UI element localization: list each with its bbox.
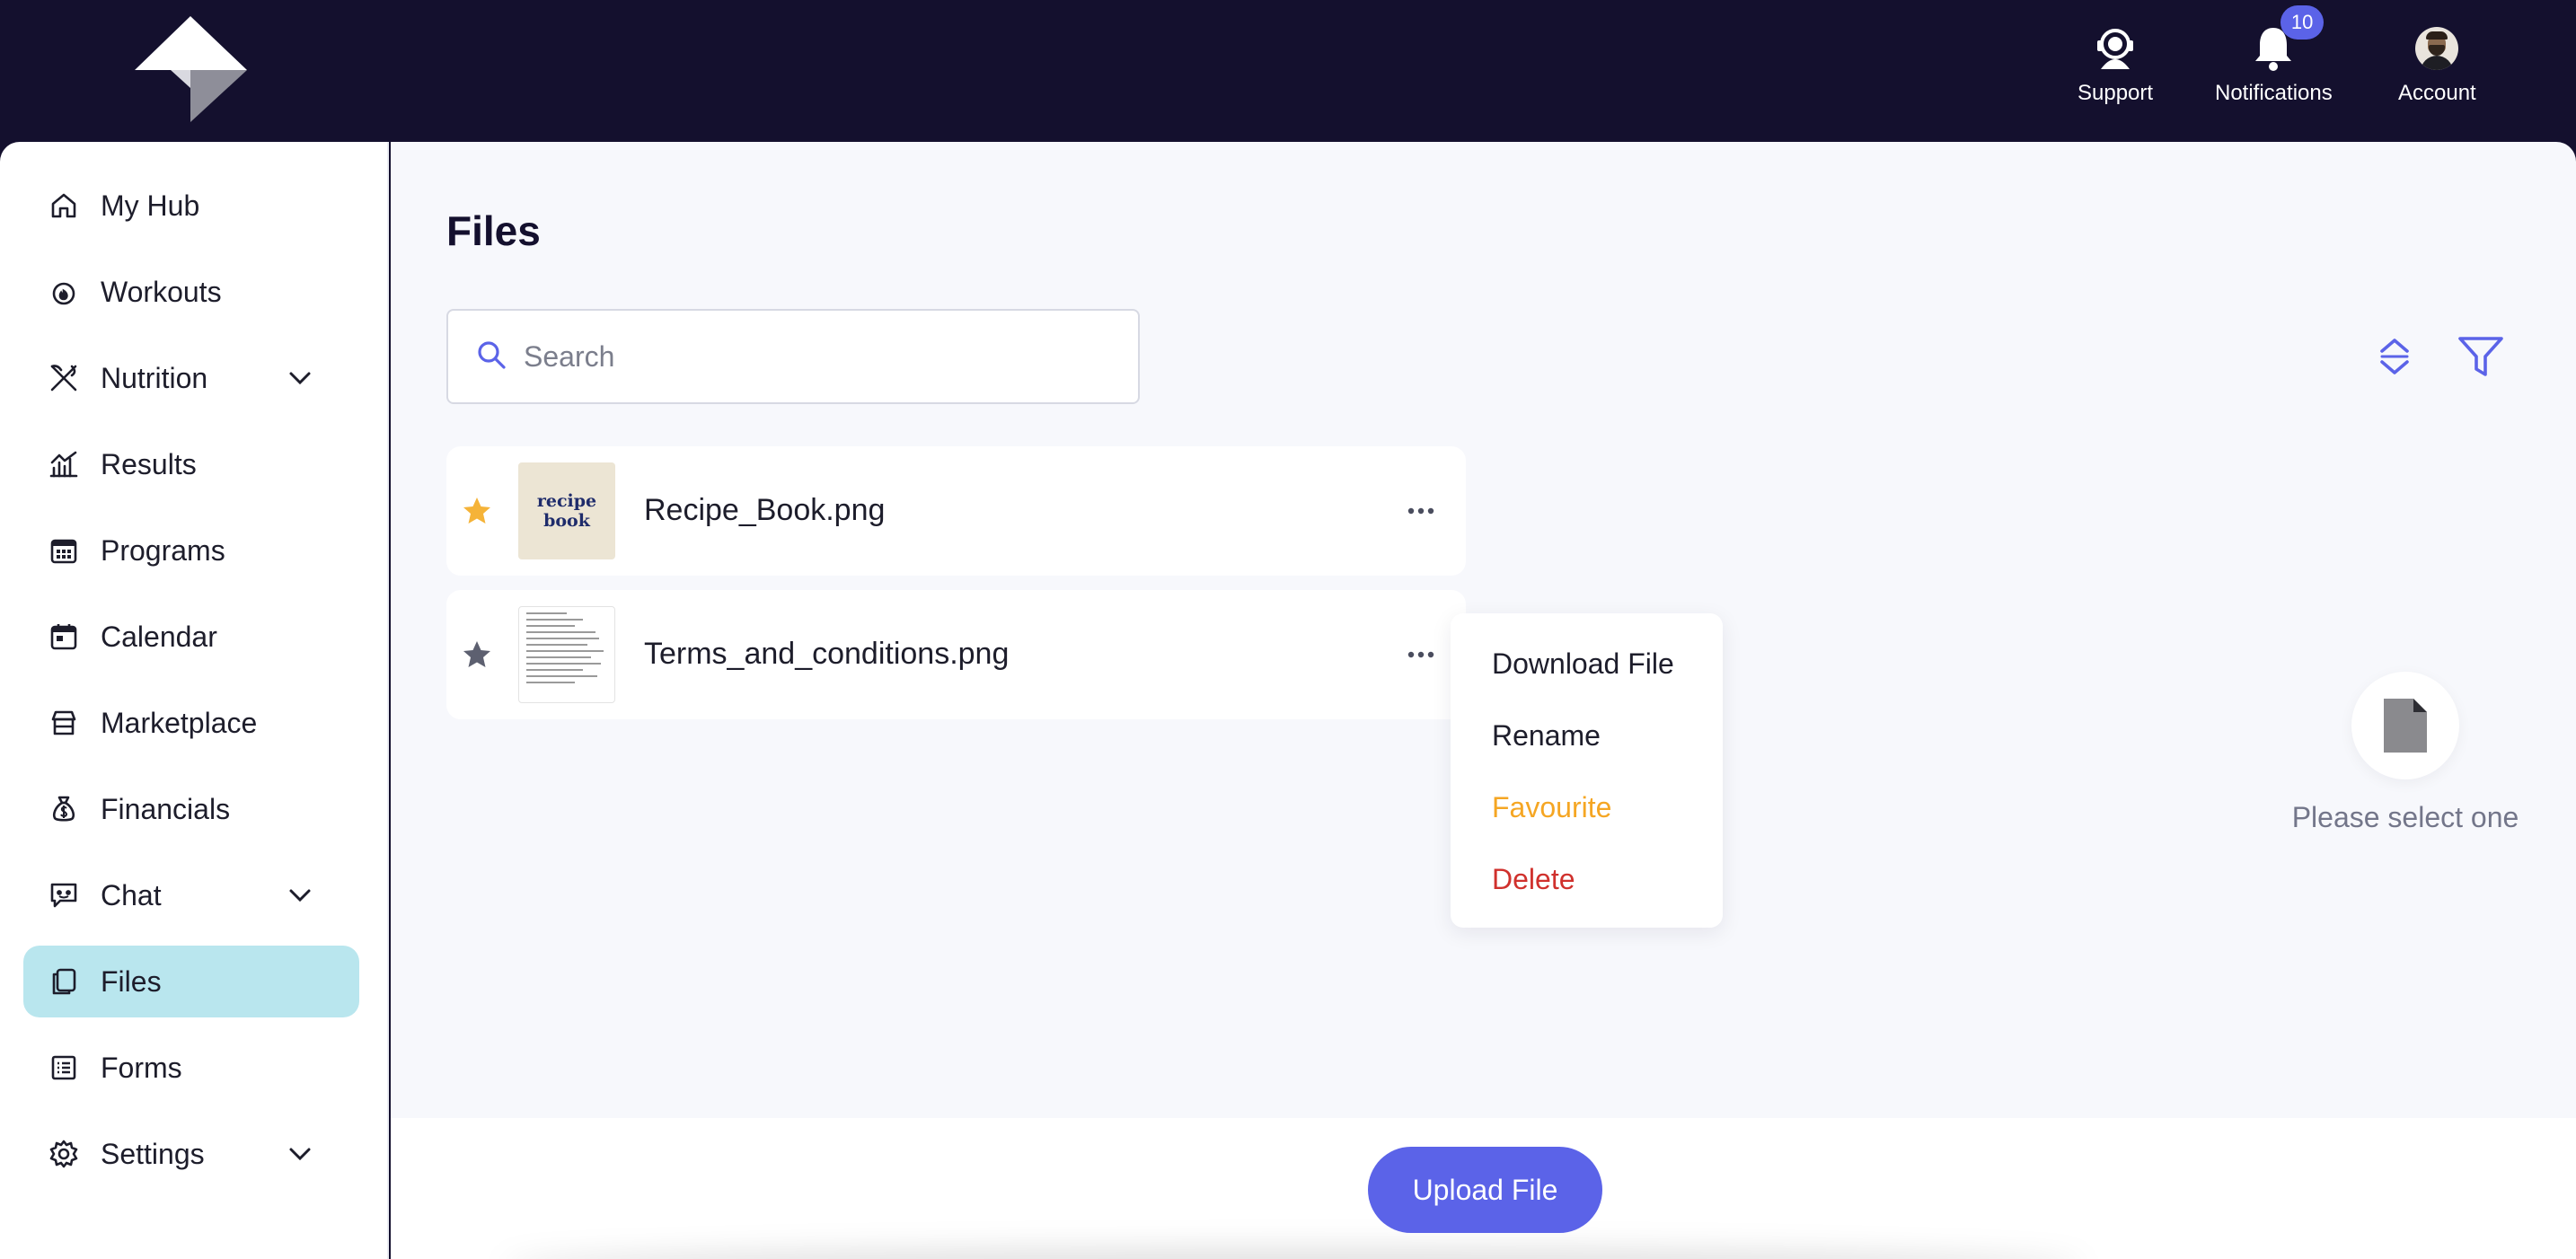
thumbnail-text: book: [543, 511, 590, 531]
search-box[interactable]: [446, 309, 1140, 404]
support-label: Support: [2078, 81, 2154, 105]
money-bag-icon: [49, 794, 79, 824]
sidebar-item-label: Forms: [101, 1051, 182, 1084]
sidebar-item-label: Nutrition: [101, 361, 208, 394]
form-icon: [49, 1052, 79, 1083]
sidebar-item-results[interactable]: Results: [23, 428, 359, 500]
sidebar-item-label: Financials: [101, 792, 231, 825]
sidebar-item-calendar[interactable]: Calendar: [23, 601, 359, 673]
account-label: Account: [2398, 81, 2476, 105]
sidebar-item-label: Chat: [101, 878, 162, 911]
notifications-label: Notifications: [2215, 81, 2333, 105]
account-button[interactable]: Account: [2398, 23, 2476, 106]
sidebar-item-my-hub[interactable]: My Hub: [23, 170, 359, 242]
grid-calendar-icon: [49, 535, 79, 566]
sidebar-item-chat[interactable]: Chat: [23, 859, 359, 931]
empty-preview: Please select one: [2250, 672, 2561, 834]
sidebar-item-label: Files: [101, 964, 162, 998]
gear-icon: [49, 1139, 79, 1169]
home-icon: [49, 190, 79, 221]
sidebar-item-marketplace[interactable]: Marketplace: [23, 687, 359, 759]
menu-item-download[interactable]: Download File: [1492, 647, 1674, 681]
chevron-down-icon[interactable]: [286, 1140, 314, 1168]
upload-file-button[interactable]: Upload File: [1368, 1147, 1602, 1233]
sidebar-item-financials[interactable]: Financials: [23, 773, 359, 845]
file-name[interactable]: Terms_and_conditions.png: [644, 637, 1009, 672]
sidebar-item-label: Programs: [101, 533, 225, 567]
chevron-down-icon[interactable]: [286, 881, 314, 910]
store-icon: [49, 708, 79, 738]
files-icon: [49, 966, 79, 997]
chart-icon: [49, 449, 79, 480]
document-icon: [2351, 672, 2459, 779]
sidebar-item-label: Workouts: [101, 275, 222, 308]
chevron-down-icon[interactable]: [286, 364, 314, 392]
file-row[interactable]: recipe book Recipe_Book.png: [446, 446, 1466, 576]
avatar-container: [2412, 23, 2462, 74]
file-context-menu: Download File Rename Favourite Delete: [1451, 613, 1723, 928]
sidebar-item-programs[interactable]: Programs: [23, 515, 359, 586]
notification-count-badge: 10: [2280, 5, 2325, 40]
sidebar-item-settings[interactable]: Settings: [23, 1118, 359, 1190]
sidebar-item-forms[interactable]: Forms: [23, 1032, 359, 1104]
sidebar-item-label: Calendar: [101, 620, 217, 653]
bell-icon: 10: [2248, 5, 2325, 74]
search-icon: [475, 339, 507, 375]
star-icon-favourite[interactable]: [461, 495, 493, 527]
empty-state-text: Please select one: [2291, 801, 2519, 833]
sidebar-item-workouts[interactable]: Workouts: [23, 256, 359, 328]
top-bar: Support 10 Notifications Account: [0, 0, 2576, 142]
file-name[interactable]: Recipe_Book.png: [644, 493, 885, 528]
search-input[interactable]: [524, 339, 1098, 374]
chat-icon: [49, 880, 79, 911]
sidebar-item-nutrition[interactable]: Nutrition: [23, 342, 359, 414]
more-options-icon[interactable]: [1403, 493, 1439, 529]
sidebar-item-label: Settings: [101, 1137, 205, 1170]
sidebar: My Hub Workouts Nutrition Results Progra…: [0, 142, 389, 1259]
file-thumbnail: [518, 606, 615, 703]
flame-icon: [49, 277, 79, 307]
sidebar-item-label: Marketplace: [101, 706, 258, 739]
menu-item-favourite[interactable]: Favourite: [1492, 791, 1611, 824]
avatar: [2415, 27, 2459, 70]
star-icon[interactable]: [461, 638, 493, 671]
file-thumbnail: recipe book: [518, 462, 615, 559]
app-logo[interactable]: [135, 16, 247, 124]
sort-icon[interactable]: [2369, 331, 2420, 382]
utensils-icon: [49, 363, 79, 393]
file-row[interactable]: Terms_and_conditions.png: [446, 590, 1466, 719]
sidebar-item-label: Results: [101, 447, 197, 480]
filter-icon[interactable]: [2456, 331, 2506, 382]
more-options-icon[interactable]: [1403, 637, 1439, 673]
support-button[interactable]: Support: [2078, 23, 2153, 106]
sidebar-item-label: My Hub: [101, 189, 200, 222]
page-title: Files: [446, 207, 541, 254]
headset-icon: [2090, 23, 2140, 74]
thumbnail-text: recipe: [536, 491, 597, 511]
calendar-icon: [49, 621, 79, 652]
sidebar-item-files[interactable]: Files: [23, 946, 359, 1017]
menu-item-delete[interactable]: Delete: [1492, 863, 1575, 896]
notifications-button[interactable]: 10 Notifications: [2215, 5, 2333, 106]
menu-item-rename[interactable]: Rename: [1492, 719, 1601, 753]
